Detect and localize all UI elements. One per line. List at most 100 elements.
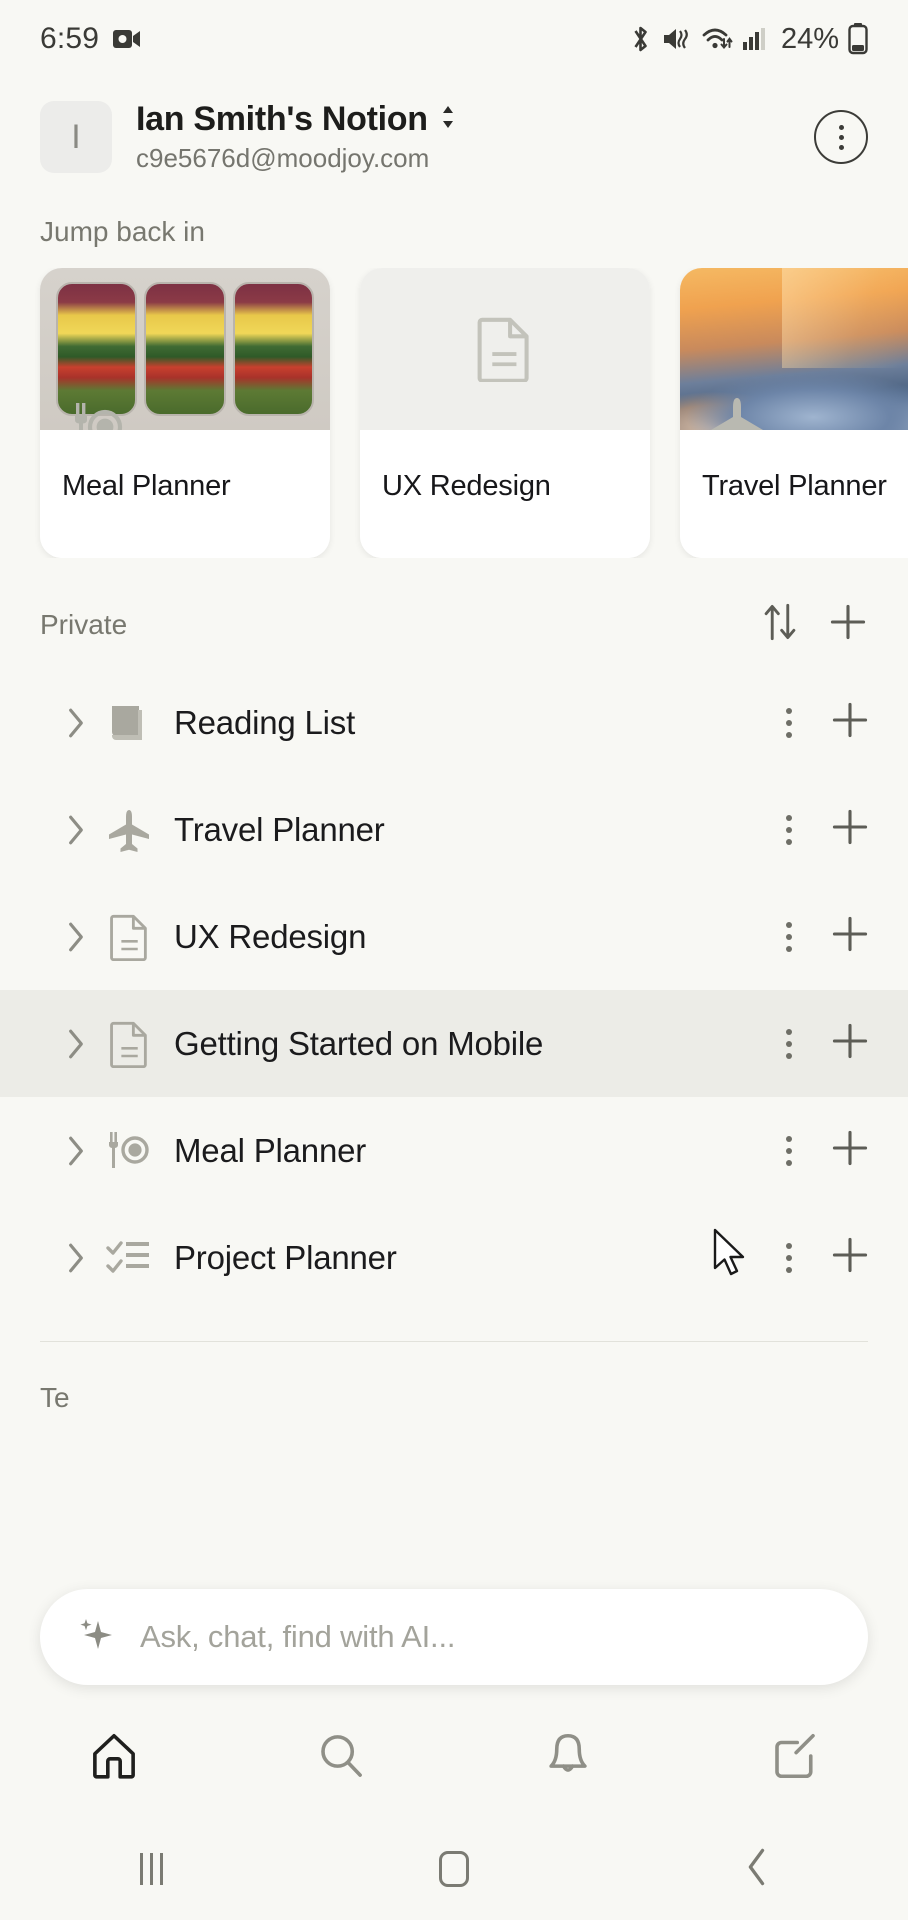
jump-back-card-travel-planner[interactable]: Travel Planner: [680, 268, 908, 558]
home-icon: [87, 1729, 141, 1788]
more-options-icon[interactable]: [776, 1028, 802, 1059]
mute-vibrate-icon: [662, 25, 692, 53]
workspace-title: Ian Smith's Notion: [136, 100, 428, 138]
more-options-icon[interactable]: [776, 1135, 802, 1166]
plus-icon[interactable]: [830, 1021, 870, 1066]
nav-item-home[interactable]: [0, 1729, 227, 1788]
ai-search-placeholder: Ask, chat, find with AI...: [140, 1619, 456, 1654]
plus-icon[interactable]: [828, 602, 868, 647]
video-camera-icon: [113, 28, 141, 50]
workspace-header[interactable]: I Ian Smith's Notion c9e5676d@moodjoy.co…: [0, 78, 908, 192]
status-bar-left: 6:59: [40, 22, 141, 56]
nav-item-inbox[interactable]: [454, 1729, 681, 1788]
private-label: Private: [40, 608, 128, 640]
android-navigation-bar: [0, 1818, 908, 1920]
private-section-header: Private: [0, 558, 908, 669]
card-cover-sunset-clouds-photo: [680, 268, 908, 430]
home-square-icon: [439, 1851, 469, 1887]
chevron-right-icon[interactable]: [56, 1134, 96, 1168]
wifi-icon: [701, 25, 733, 53]
workspace-info: Ian Smith's Notion c9e5676d@moodjoy.com: [136, 100, 458, 174]
more-options-icon[interactable]: [814, 110, 868, 164]
workspace-avatar[interactable]: I: [40, 101, 112, 173]
jump-back-in-rail[interactable]: Meal Planner UX Redesign Travel Planner: [0, 268, 908, 558]
battery-icon: [848, 23, 868, 55]
private-page-list: Reading List Travel Planner UX Redesign …: [0, 669, 908, 1311]
page-title: Reading List: [174, 703, 356, 741]
checklist-icon: [102, 1231, 156, 1285]
row-actions: [776, 807, 870, 852]
chevron-right-icon[interactable]: [56, 813, 96, 847]
card-title: Meal Planner: [62, 470, 231, 502]
android-home-button[interactable]: [303, 1851, 606, 1887]
status-bar: 6:59 24%: [0, 0, 908, 78]
compose-icon: [768, 1729, 822, 1788]
document-icon: [472, 316, 538, 382]
document-icon: [102, 910, 156, 964]
page-row-travel-planner[interactable]: Travel Planner: [0, 776, 908, 883]
card-body: Meal Planner: [40, 430, 330, 558]
page-title: Getting Started on Mobile: [174, 1024, 544, 1062]
page-row-getting-started-on-mobile[interactable]: Getting Started on Mobile: [0, 990, 908, 1097]
teamspaces-label: Te: [40, 1382, 70, 1413]
more-options-icon[interactable]: [776, 921, 802, 952]
card-cover-meal-prep-photo: [40, 268, 330, 430]
chevron-up-down-icon[interactable]: [438, 102, 458, 137]
plus-icon[interactable]: [830, 914, 870, 959]
card-cover-blank: [360, 268, 650, 430]
bluetooth-icon: [628, 24, 653, 54]
search-icon: [314, 1729, 368, 1788]
jump-back-in-label: Jump back in: [40, 216, 205, 247]
page-row-ux-redesign[interactable]: UX Redesign: [0, 883, 908, 990]
page-title: Meal Planner: [174, 1131, 367, 1169]
battery-percent: 24%: [780, 22, 839, 55]
ai-bar-container: Ask, chat, find with AI...: [0, 1589, 908, 1685]
status-bar-right: 24%: [628, 23, 868, 56]
page-title: Travel Planner: [174, 810, 385, 848]
jump-back-card-ux-redesign[interactable]: UX Redesign: [360, 268, 650, 558]
row-actions: [776, 1128, 870, 1173]
ai-sparkle-icon: [74, 1613, 118, 1662]
workspace-email: c9e5676d@moodjoy.com: [136, 143, 430, 173]
row-actions: [776, 914, 870, 959]
more-options-icon[interactable]: [776, 1242, 802, 1273]
chevron-right-icon[interactable]: [56, 920, 96, 954]
plus-icon[interactable]: [830, 1128, 870, 1173]
android-recents-button[interactable]: [0, 1853, 303, 1885]
document-icon: [102, 1017, 156, 1071]
app-screen: 6:59 24% I Ian Smith's Notion c9e5676d@m…: [0, 0, 908, 1920]
more-options-icon[interactable]: [776, 814, 802, 845]
chevron-right-icon[interactable]: [56, 1241, 96, 1275]
jump-back-card-meal-planner[interactable]: Meal Planner: [40, 268, 330, 558]
card-body: UX Redesign: [360, 430, 650, 558]
airplane-icon: [102, 803, 156, 857]
plus-icon[interactable]: [830, 1235, 870, 1280]
bell-icon: [541, 1729, 595, 1788]
plus-icon[interactable]: [830, 807, 870, 852]
card-title: Travel Planner: [702, 470, 887, 502]
status-time: 6:59: [40, 22, 100, 55]
android-back-button[interactable]: [605, 1846, 908, 1893]
fork-and-plate-icon: [66, 394, 128, 430]
airplane-icon: [706, 394, 768, 430]
card-title: UX Redesign: [382, 470, 551, 502]
page-row-reading-list[interactable]: Reading List: [0, 669, 908, 776]
page-row-meal-planner[interactable]: Meal Planner: [0, 1097, 908, 1204]
page-title: Project Planner: [174, 1238, 397, 1276]
workspace-title-row[interactable]: Ian Smith's Notion: [136, 100, 458, 139]
chevron-right-icon[interactable]: [56, 1027, 96, 1061]
avatar-letter: I: [71, 118, 81, 156]
book-icon: [102, 696, 156, 750]
back-chevron-icon: [743, 1846, 771, 1893]
plus-icon[interactable]: [830, 700, 870, 745]
row-actions: [776, 700, 870, 745]
nav-item-new-page[interactable]: [681, 1729, 908, 1788]
page-row-project-planner[interactable]: Project Planner: [0, 1204, 908, 1311]
more-options-icon[interactable]: [776, 707, 802, 738]
cellular-signal-icon: [742, 26, 768, 52]
sort-arrows-icon[interactable]: [762, 602, 798, 647]
nav-item-search[interactable]: [227, 1729, 454, 1788]
ai-search-bar[interactable]: Ask, chat, find with AI...: [40, 1589, 868, 1685]
fork-and-plate-icon: [102, 1124, 156, 1178]
chevron-right-icon[interactable]: [56, 706, 96, 740]
